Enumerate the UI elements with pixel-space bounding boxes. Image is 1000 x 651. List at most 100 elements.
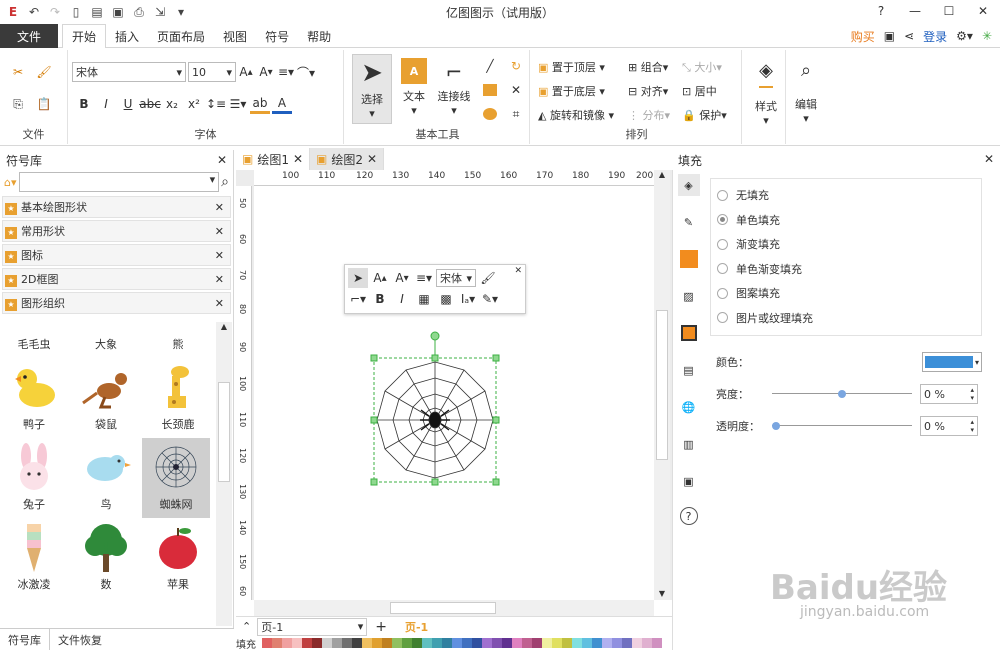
palette-swatch[interactable]	[592, 638, 602, 648]
palette-swatch[interactable]	[532, 638, 542, 648]
close-icon[interactable]: ✕	[215, 249, 224, 262]
group-button[interactable]: ⊞ 组合▾	[628, 56, 670, 80]
palette-swatch[interactable]	[292, 638, 302, 648]
mini-font-select[interactable]: 宋体 ▾	[436, 269, 476, 287]
symbol-rabbit[interactable]: 兔子	[0, 442, 68, 512]
close-icon[interactable]: ✕	[217, 153, 227, 167]
settings-icon[interactable]: ⚙▾	[956, 29, 973, 43]
canvas-horizontal-scrollbar[interactable]	[254, 600, 654, 616]
align-button[interactable]: ⊟ 对齐▾	[628, 80, 670, 104]
format-painter-icon[interactable]: 🖌	[478, 268, 498, 288]
close-button[interactable]: ✕	[966, 0, 1000, 22]
theme-icon[interactable]: ✳	[982, 29, 992, 43]
symbol-icecream[interactable]: 冰激凌	[0, 522, 68, 592]
option-solid-fill[interactable]: 单色填充	[711, 208, 981, 233]
close-icon[interactable]: ✕	[215, 273, 224, 286]
brightness-input[interactable]: 0 % ▴ ▾	[920, 384, 978, 404]
size-button[interactable]: ⤡ 大小▾	[682, 56, 727, 80]
add-page-icon[interactable]: +	[367, 619, 395, 635]
palette-swatch[interactable]	[382, 638, 392, 648]
palette-swatch[interactable]	[602, 638, 612, 648]
tab-symbol-library[interactable]: 符号库	[0, 629, 50, 650]
send-back-button[interactable]: ▣ 置于底层 ▾	[538, 80, 614, 104]
option-no-fill[interactable]: 无填充	[711, 183, 981, 208]
symbol-apple[interactable]: 苹果	[144, 522, 212, 592]
symbol-caterpillar[interactable]: 毛毛虫	[0, 322, 68, 352]
distribute-button[interactable]: ⋮ 分布▾	[628, 104, 670, 128]
option-gradient-fill[interactable]: 渐变填充	[711, 232, 981, 257]
comment-icon[interactable]: ▣	[678, 470, 700, 492]
attachment-icon[interactable]: ▥	[678, 433, 700, 455]
tab-home[interactable]: 开始	[62, 24, 107, 49]
text-size-icon[interactable]: Iₐ▾	[458, 289, 478, 309]
format-painter-icon[interactable]: 🖌	[34, 62, 54, 82]
brightness-slider[interactable]	[772, 389, 912, 399]
close-icon[interactable]: ✕	[293, 152, 303, 166]
home-icon[interactable]: ⌂▾	[4, 176, 17, 189]
page-icon[interactable]: ▤	[678, 359, 700, 381]
palette-swatch[interactable]	[312, 638, 322, 648]
rotate-handle[interactable]	[430, 331, 440, 341]
option-texture-fill[interactable]: 图片或纹理填充	[711, 306, 981, 331]
text-tool-button[interactable]: A 文本 ▾	[396, 56, 432, 117]
transparency-input[interactable]: 0 % ▴ ▾	[920, 416, 978, 436]
library-scrollbar[interactable]: ▲	[216, 322, 232, 626]
hyperlink-icon[interactable]: 🌐	[678, 396, 700, 418]
shrink-font-icon[interactable]: A ▾	[256, 62, 276, 82]
tab-insert[interactable]: 插入	[106, 24, 148, 48]
align-icon[interactable]: ≡▾	[414, 268, 434, 288]
palette-swatch[interactable]	[482, 638, 492, 648]
login-link[interactable]: 登录	[923, 28, 947, 45]
palette-swatch[interactable]	[402, 638, 412, 648]
category-2d-block[interactable]: ★ 2D框图 ✕	[2, 268, 231, 290]
category-org[interactable]: ★ 图形组织 ✕	[2, 292, 231, 314]
rotate-flip-button[interactable]: ◭ 旋转和镜像 ▾	[538, 104, 614, 128]
grow-font-icon[interactable]: A ▴	[370, 268, 390, 288]
bring-front-button[interactable]: ▣ 置于顶层 ▾	[538, 56, 614, 80]
line-color-icon[interactable]: ✎▾	[480, 289, 500, 309]
edit-button[interactable]: ⌕ 编辑 ▾	[790, 56, 822, 125]
palette-swatch[interactable]	[512, 638, 522, 648]
palette-swatch[interactable]	[262, 638, 272, 648]
palette-swatch[interactable]	[302, 638, 312, 648]
tab-symbols[interactable]: 符号	[256, 24, 298, 48]
style-button[interactable]: ◈ 样式 ▾	[750, 56, 782, 127]
palette-swatch[interactable]	[442, 638, 452, 648]
bold-icon[interactable]: B	[370, 289, 390, 309]
palette-swatch[interactable]	[322, 638, 332, 648]
palette-swatch[interactable]	[542, 638, 552, 648]
underline-icon[interactable]: U	[118, 94, 138, 114]
fill-icon[interactable]: ◈	[677, 174, 700, 196]
line-spacing-icon[interactable]: ↕≡	[206, 94, 226, 114]
tab-page-layout[interactable]: 页面布局	[148, 24, 214, 48]
option-pattern-fill[interactable]: 图案填充	[711, 281, 981, 306]
pointer-icon[interactable]: ➤	[348, 268, 368, 288]
palette-swatch[interactable]	[282, 638, 292, 648]
font-size-select[interactable]: 10 ▾	[188, 62, 236, 82]
align-icon[interactable]: ≡▾	[276, 62, 296, 82]
palette-swatch[interactable]	[272, 638, 282, 648]
palette-swatch[interactable]	[452, 638, 462, 648]
palette-swatch[interactable]	[522, 638, 532, 648]
copy-icon[interactable]: ⎘	[8, 94, 28, 114]
page-up-icon[interactable]: ⌃	[236, 620, 257, 633]
transparency-slider[interactable]	[772, 421, 912, 431]
paste-icon[interactable]: 📋	[34, 94, 54, 114]
symbol-elephant[interactable]: 大象	[72, 322, 140, 352]
symbol-kangaroo[interactable]: 袋鼠	[72, 362, 140, 432]
doc-tab-2[interactable]: ▣ 绘图2 ✕	[310, 148, 385, 170]
palette-swatch[interactable]	[362, 638, 372, 648]
protect-button[interactable]: 🔒 保护▾	[682, 104, 727, 128]
file-tab[interactable]: 文件	[0, 24, 58, 48]
ellipse-icon[interactable]	[480, 104, 500, 124]
symbol-tree[interactable]: 数	[72, 522, 140, 592]
palette-swatch[interactable]	[552, 638, 562, 648]
help-icon[interactable]: ?	[679, 507, 698, 525]
palette-swatch[interactable]	[332, 638, 342, 648]
italic-icon[interactable]: I	[392, 289, 412, 309]
connector-tool-button[interactable]: ⌐ 连接线 ▾	[432, 56, 476, 117]
maximize-button[interactable]: ☐	[932, 0, 966, 22]
shadow-icon[interactable]	[678, 248, 700, 270]
option-mono-gradient-fill[interactable]: 单色渐变填充	[711, 257, 981, 282]
palette-swatch[interactable]	[462, 638, 472, 648]
